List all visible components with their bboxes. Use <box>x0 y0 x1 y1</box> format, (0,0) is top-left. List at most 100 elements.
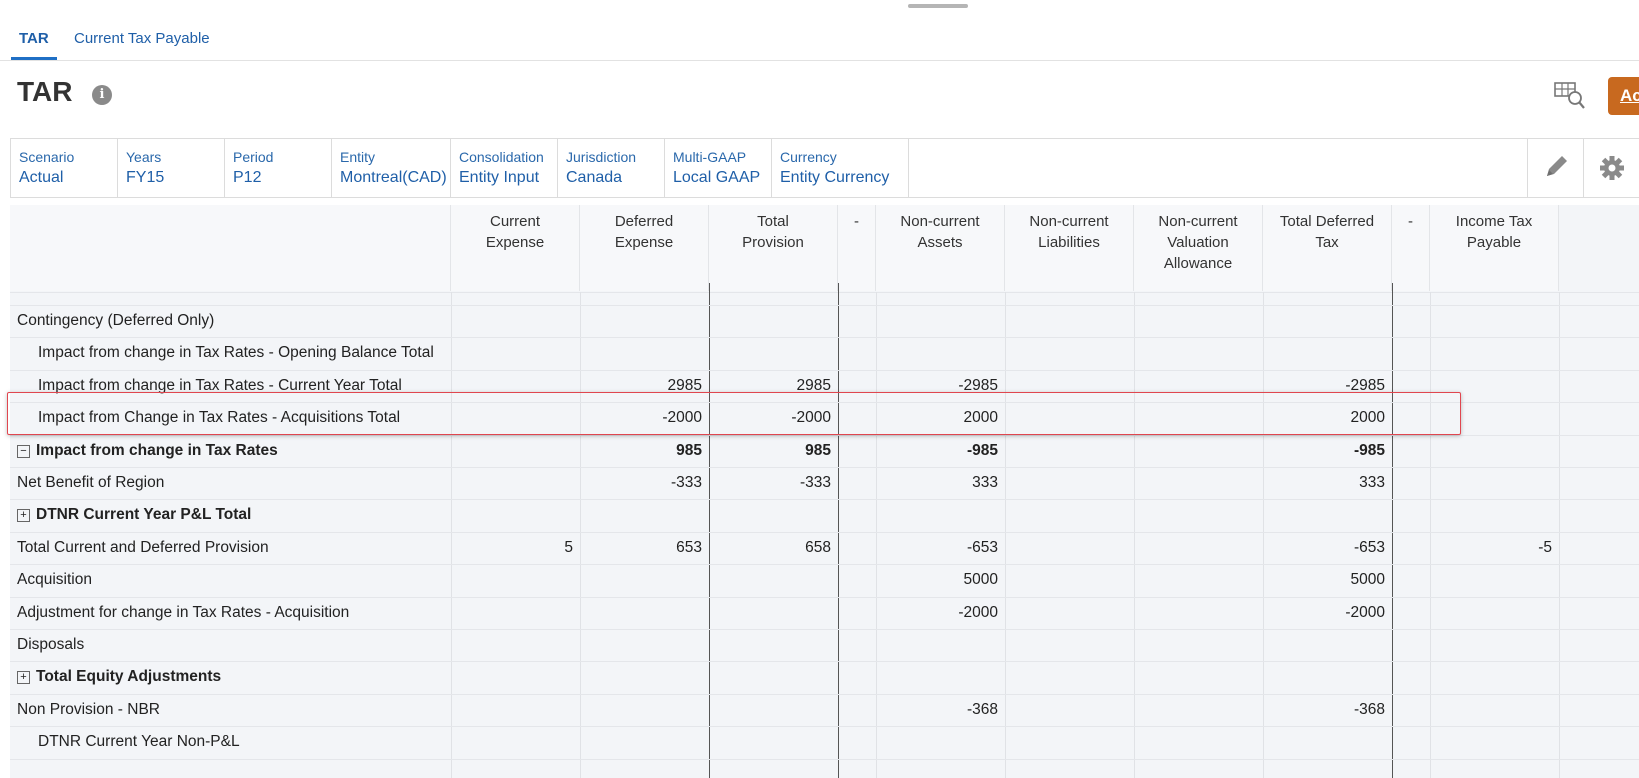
grid-cell[interactable]: -985 <box>876 442 998 460</box>
pov-multi-gaap[interactable]: Multi-GAAP Local GAAP <box>665 139 772 197</box>
row-divider <box>10 726 1639 728</box>
column-header[interactable]: Current Expense <box>451 205 580 291</box>
pov-entity[interactable]: Entity Montreal(CAD) <box>332 139 451 197</box>
pov-consolidation[interactable]: Consolidation Entity Input <box>451 139 558 197</box>
column-header-line: Total Deferred <box>1279 213 1375 230</box>
column-divider <box>1559 292 1560 778</box>
grid-cell[interactable]: 985 <box>709 442 831 460</box>
column-header-line: Valuation <box>1167 234 1229 251</box>
column-header-line: Allowance <box>1163 255 1233 272</box>
grid-cell[interactable]: 333 <box>1263 474 1385 492</box>
column-header-line: Provision <box>742 234 804 251</box>
expand-icon[interactable]: + <box>17 671 30 685</box>
row-label: Total Current and Deferred Provision <box>17 539 269 557</box>
grid-cell[interactable]: 5000 <box>1263 571 1385 589</box>
pov-bar: Scenario Actual Years FY15 Period P12 En… <box>10 138 1639 198</box>
grid-cell[interactable]: -2000 <box>1263 604 1385 622</box>
row-label-text: Total Equity Adjustments <box>36 668 222 686</box>
row-divider <box>10 467 1639 468</box>
pov-label: Multi-GAAP <box>673 149 747 165</box>
row-label: Acquisition <box>17 571 92 589</box>
grid-cell[interactable]: -653 <box>1263 539 1385 557</box>
row-divider <box>10 596 1639 598</box>
column-header[interactable]: Total Provision <box>709 205 838 291</box>
column-header[interactable]: Non-current Valuation Allowance <box>1134 205 1263 291</box>
column-header[interactable]: Deferred Expense <box>580 205 709 291</box>
info-icon[interactable]: i <box>92 85 112 105</box>
pov-years[interactable]: Years FY15 <box>118 139 225 197</box>
column-divider <box>451 292 452 778</box>
grid-cell[interactable]: 658 <box>709 539 831 557</box>
grid-cell[interactable]: 5 <box>451 539 573 557</box>
pov-value: P12 <box>233 169 262 186</box>
row-label: Non Provision - NBR <box>17 701 160 719</box>
row-divider <box>10 661 1639 663</box>
expand-icon[interactable]: + <box>17 509 30 523</box>
pov-currency[interactable]: Currency Entity Currency <box>772 139 909 197</box>
pov-value: Actual <box>19 169 64 186</box>
grid-cell[interactable]: -5 <box>1430 539 1552 557</box>
column-header[interactable]: - <box>1392 205 1430 291</box>
pov-scenario[interactable]: Scenario Actual <box>11 139 118 197</box>
column-header[interactable]: Non-current Assets <box>876 205 1005 291</box>
row-label-text: Non Provision - NBR <box>17 700 160 718</box>
grid-cell[interactable]: -333 <box>580 474 702 492</box>
grid-cell[interactable]: -985 <box>1263 442 1385 460</box>
settings-button[interactable] <box>1583 139 1639 197</box>
pov-value: Entity Currency <box>780 169 890 186</box>
grid-cell[interactable]: -653 <box>876 539 998 557</box>
column-header[interactable]: Total Deferred Tax <box>1263 205 1392 291</box>
row-label-text: Total Current and Deferred Provision <box>17 538 269 556</box>
row-label[interactable]: + DTNR Current Year P&L Total <box>17 506 251 524</box>
grid-cell[interactable]: -2000 <box>876 604 998 622</box>
row-label-text: Impact from change in Tax Rates <box>36 441 278 459</box>
row-label[interactable]: + Total Equity Adjustments <box>17 668 221 686</box>
actions-button[interactable]: Ac <box>1608 77 1639 115</box>
column-divider <box>1430 292 1431 778</box>
edit-button[interactable] <box>1527 139 1584 197</box>
tab-tar[interactable]: TAR <box>5 26 63 60</box>
pov-value: FY15 <box>126 169 165 186</box>
pov-jurisdiction[interactable]: Jurisdiction Canada <box>558 139 665 197</box>
column-header-line: - <box>1408 213 1413 230</box>
column-header-line: Payable <box>1466 234 1522 251</box>
row-divider <box>10 305 1639 306</box>
row-label-text: DTNR Current Year P&L Total <box>36 506 252 524</box>
column-header-line: Total <box>757 213 789 230</box>
column-header[interactable]: Non-current Liabilities <box>1005 205 1134 291</box>
row-label-text: Acquisition <box>17 571 92 589</box>
column-header-line: Current <box>489 213 541 230</box>
grid-cell[interactable]: -333 <box>709 474 831 492</box>
row-label-text: Adjustment for change in Tax Rates - Acq… <box>17 603 350 621</box>
pov-label: Period <box>233 149 274 165</box>
grid-cell[interactable]: 5000 <box>876 571 998 589</box>
pov-label: Jurisdiction <box>566 149 637 165</box>
grid-cell[interactable]: 653 <box>580 539 702 557</box>
pov-value: Canada <box>566 169 623 186</box>
column-header-line: - <box>854 213 859 230</box>
row-label[interactable]: − Impact from change in Tax Rates <box>17 442 278 460</box>
grid-cell[interactable]: -368 <box>876 701 998 719</box>
tab-current-tax-payable[interactable]: Current Tax Payable <box>60 26 224 60</box>
pov-label: Entity <box>340 149 376 165</box>
row-label: Adjustment for change in Tax Rates - Acq… <box>17 604 349 622</box>
inspect-grid-icon[interactable] <box>1554 80 1586 110</box>
data-grid: Current Expense Deferred Expense Total Provis… <box>10 205 1639 778</box>
column-header-line: Non-current <box>1029 213 1109 230</box>
row-label: Net Benefit of Region <box>17 474 164 492</box>
collapse-icon[interactable]: − <box>17 444 30 458</box>
grid-cell[interactable]: -368 <box>1263 701 1385 719</box>
column-header[interactable]: - <box>838 205 876 291</box>
pov-label: Consolidation <box>459 149 544 165</box>
row-divider <box>10 564 1639 566</box>
pov-value: Montreal(CAD) <box>340 169 447 186</box>
pov-period[interactable]: Period P12 <box>225 139 332 197</box>
row-divider <box>10 337 1639 339</box>
row-divider <box>10 369 1639 371</box>
grid-cell[interactable]: 985 <box>580 442 702 460</box>
column-header[interactable]: Income Tax Payable <box>1430 205 1559 291</box>
drag-handle[interactable] <box>908 4 968 8</box>
grid-cell[interactable]: 333 <box>876 474 998 492</box>
highlight-box <box>7 392 1461 435</box>
column-header-line: Expense <box>614 234 674 251</box>
